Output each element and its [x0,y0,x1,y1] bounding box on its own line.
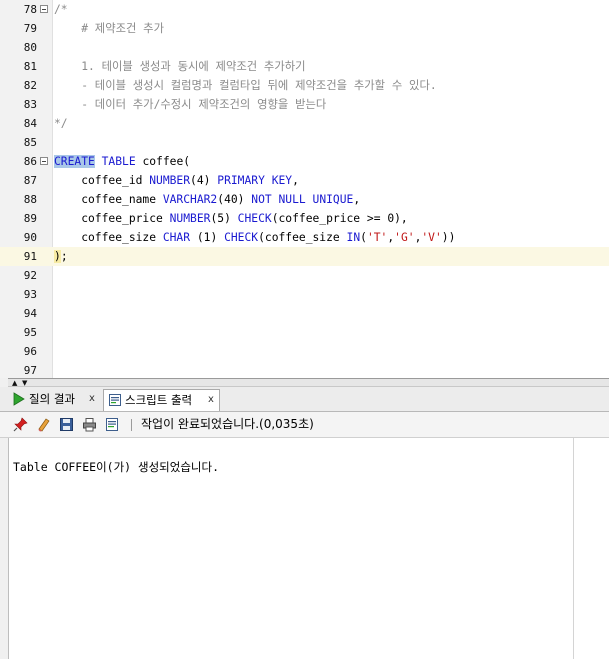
code-line-81[interactable]: 81 1. 테이블 생성과 동시에 제약조건 추가하기 [0,57,609,76]
output-toolbar: 작업이 완료되었습니다.(0,035초) [0,412,609,438]
collapse-up-icon[interactable]: ▲ [12,380,17,387]
code-line-95[interactable]: 95 [0,323,609,342]
line-number: 95 [23,326,37,339]
code-line-82[interactable]: 82 - 테이블 생성시 컬럼명과 컬럼타입 뒤에 제약조건을 추가할 수 있다… [0,76,609,95]
line-number: 81 [23,60,37,73]
code-line-80[interactable]: 80 [0,38,609,57]
line-number: 93 [23,288,37,301]
code-line-79[interactable]: 79 # 제약조건 추가 [0,19,609,38]
line-number: 88 [23,193,37,206]
save-icon[interactable] [59,417,74,432]
code-text: coffee_name VARCHAR2(40) NOT NULL UNIQUE… [54,193,361,206]
run-query-icon [13,392,25,406]
code-text: ); [54,250,68,263]
line-number: 87 [23,174,37,187]
collapse-down-icon[interactable]: ▼ [22,380,27,387]
code-text: CREATE TABLE coffee( [54,155,191,168]
code-text: */ [54,117,68,130]
fold-toggle-icon[interactable] [40,157,48,165]
code-line-88[interactable]: 88 coffee_name VARCHAR2(40) NOT NULL UNI… [0,190,609,209]
line-number: 82 [23,79,37,92]
code-line-91[interactable]: 91 ); [0,247,609,266]
fold-toggle-icon[interactable] [40,5,48,13]
output-tab-bar: 질의 결과 x 스크립트 출력 x [0,387,609,412]
code-line-89[interactable]: 89 coffee_price NUMBER(5) CHECK(coffee_p… [0,209,609,228]
panel-splitter[interactable]: ▲ ▼ [0,378,609,387]
close-icon[interactable]: x [89,389,95,409]
code-text: coffee_id NUMBER(4) PRIMARY KEY, [54,174,299,187]
code-line-83[interactable]: 83 - 데이터 추가/수정시 제약조건의 영향을 받는다 [0,95,609,114]
line-number: 91 [23,250,37,263]
code-line-78[interactable]: 78 /* [0,0,609,19]
line-number: 79 [23,22,37,35]
line-number: 94 [23,307,37,320]
code-line-97[interactable]: 97 [0,361,609,378]
pin-icon[interactable] [13,417,28,432]
print-icon[interactable] [82,417,97,432]
code-line-85[interactable]: 85 [0,133,609,152]
close-icon[interactable]: x [208,390,214,410]
line-number: 85 [23,136,37,149]
line-number: 86 [23,155,37,168]
code-text: # 제약조건 추가 [54,22,164,35]
export-icon[interactable] [105,417,120,432]
code-text: - 테이블 생성시 컬럼명과 컬럼타입 뒤에 제약조건을 추가할 수 있다. [54,79,437,92]
line-number: 80 [23,41,37,54]
code-text: - 데이터 추가/수정시 제약조건의 영향을 받는다 [54,98,327,111]
code-line-87[interactable]: 87 coffee_id NUMBER(4) PRIMARY KEY, [0,171,609,190]
code-line-93[interactable]: 93 [0,285,609,304]
code-line-90[interactable]: 90 coffee_size CHAR (1) CHECK(coffee_siz… [0,228,609,247]
script-output-panel[interactable]: Table COFFEE이(가) 생성되었습니다. [8,438,574,659]
tab-query-result[interactable]: 질의 결과 x [8,389,100,411]
code-line-94[interactable]: 94 [0,304,609,323]
output-message: Table COFFEE이(가) 생성되었습니다. [13,460,219,474]
eraser-icon[interactable] [36,417,51,432]
code-text: coffee_price NUMBER(5) CHECK(coffee_pric… [54,212,408,225]
line-number: 84 [23,117,37,130]
tab-script-output[interactable]: 스크립트 출력 x [103,389,220,411]
code-line-92[interactable]: 92 [0,266,609,285]
tab-label: 스크립트 출력 [125,393,193,407]
line-number: 89 [23,212,37,225]
code-line-84[interactable]: 84 */ [0,114,609,133]
status-message: 작업이 완료되었습니다.(0,035초) [141,417,314,431]
sql-editor[interactable]: 78 /* 79 # 제약조건 추가 80 81 1. 테이블 생성과 동시에 … [0,0,609,378]
script-output-icon [109,394,121,406]
line-number: 90 [23,231,37,244]
code-text: coffee_size CHAR (1) CHECK(coffee_size I… [54,231,456,244]
code-line-86[interactable]: 86 CREATE TABLE coffee( [0,152,609,171]
line-number: 97 [23,364,37,377]
line-number: 96 [23,345,37,358]
code-text: /* [54,3,68,16]
toolbar-separator [131,419,132,431]
code-line-96[interactable]: 96 [0,342,609,361]
line-number: 78 [23,3,37,16]
line-number: 83 [23,98,37,111]
tab-label: 질의 결과 [29,392,75,406]
line-number: 92 [23,269,37,282]
code-text: 1. 테이블 생성과 동시에 제약조건 추가하기 [54,60,306,73]
